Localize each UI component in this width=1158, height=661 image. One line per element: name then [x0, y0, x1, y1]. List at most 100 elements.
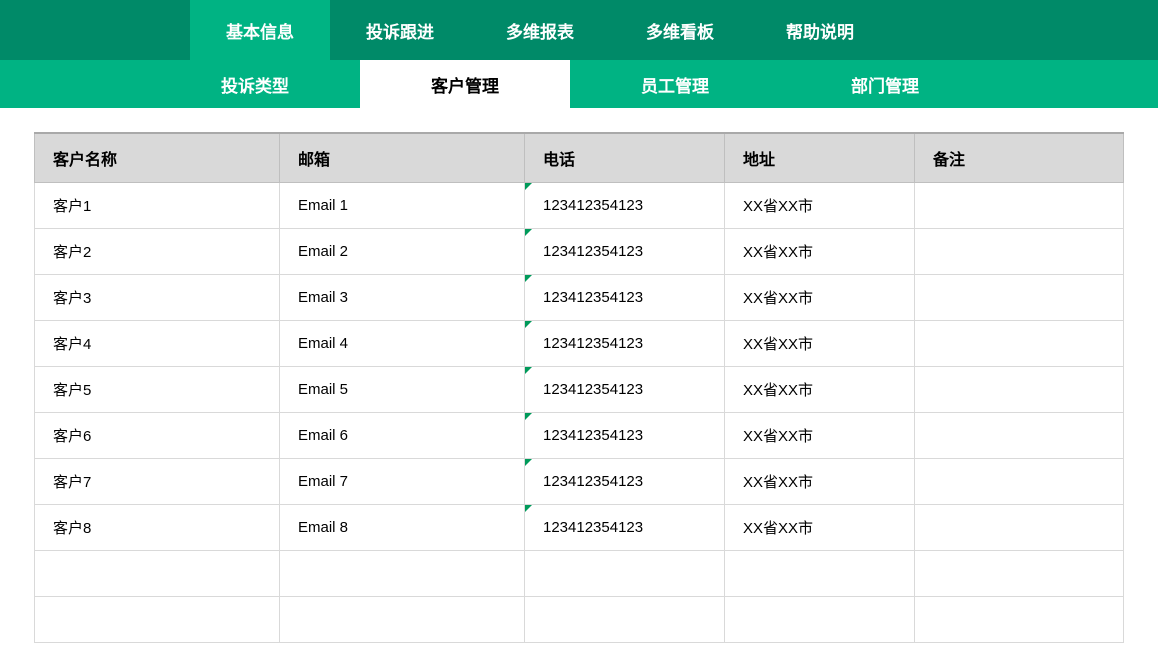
cell-note[interactable]	[915, 413, 1124, 459]
table-row[interactable]: 客户3 Email 3123412354123 XX省XX市	[35, 275, 1124, 321]
table-row[interactable]: 客户4 Email 4 123412354123 XX省XX市	[35, 321, 1124, 367]
cell-email[interactable]: Email 6	[280, 413, 525, 459]
cell-phone[interactable]: 123412354123	[525, 275, 725, 321]
cell-addr-text: XX省XX市	[743, 336, 813, 353]
topnav-label: 多维报表	[506, 18, 574, 43]
table-row[interactable]: 客户5 Email 5 123412354123 XX省XX市	[35, 367, 1124, 413]
cell-email-text: Email 7	[298, 473, 348, 490]
cell-empty[interactable]	[525, 551, 725, 597]
cell-phone[interactable]: 123412354123	[525, 183, 725, 229]
cell-phone[interactable]: 123412354123	[525, 321, 725, 367]
cell-name-text: 客户3	[53, 290, 91, 307]
cell-addr[interactable]: XX省XX市	[725, 367, 915, 413]
cell-email[interactable]: Email 7	[280, 459, 525, 505]
cell-name[interactable]: 客户6	[35, 413, 280, 459]
table-row[interactable]: 客户2 Email 2 123412354123 XX省XX市	[35, 229, 1124, 275]
cell-addr-text: XX省XX市	[743, 474, 813, 491]
cell-name-text: 客户8	[53, 520, 91, 537]
topnav-label: 帮助说明	[786, 18, 854, 43]
cell-phone-text: 123412354123	[543, 381, 643, 398]
topnav-item-multidim-report[interactable]: 多维报表	[470, 0, 610, 60]
cell-email-text: Email 4	[298, 335, 348, 352]
table-row[interactable]: 客户8 Email 8 123412354123 XX省XX市	[35, 505, 1124, 551]
cell-addr[interactable]: XX省XX市	[725, 183, 915, 229]
cell-phone-text: 123412354123	[543, 519, 643, 536]
table-body: 客户1Email 1123412354123XX省XX市客户2Email 212…	[35, 183, 1124, 643]
cell-email[interactable]: Email 8	[280, 505, 525, 551]
subnav-label: 客户管理	[431, 72, 499, 97]
cell-email[interactable]: Email 4	[280, 321, 525, 367]
cell-phone[interactable]: 123412354123	[525, 367, 725, 413]
table-row[interactable]: 客户1Email 1123412354123XX省XX市	[35, 183, 1124, 229]
subnav-label: 投诉类型	[221, 72, 289, 97]
cell-addr[interactable]: XX省XX市	[725, 505, 915, 551]
table-header-row: 客户名称 邮箱 电话 地址 备注	[35, 133, 1124, 183]
cell-empty[interactable]	[725, 597, 915, 643]
col-header-note[interactable]: 备注	[915, 133, 1124, 183]
cell-phone-text: 123412354123	[543, 473, 643, 490]
cell-addr-text: XX省XX市	[743, 520, 813, 537]
cell-name[interactable]: 客户8	[35, 505, 280, 551]
topnav-item-help[interactable]: 帮助说明	[750, 0, 890, 60]
cell-phone[interactable]: 123412354123	[525, 413, 725, 459]
cell-email[interactable]: Email 2	[280, 229, 525, 275]
cell-note[interactable]	[915, 275, 1124, 321]
table-row[interactable]: 客户7 Email 7 123412354123 XX省XX市	[35, 459, 1124, 505]
cell-name[interactable]: 客户3	[35, 275, 280, 321]
cell-addr[interactable]: XX省XX市	[725, 459, 915, 505]
cell-name-text: 客户2	[53, 244, 91, 261]
cell-addr[interactable]: XX省XX市	[725, 229, 915, 275]
topnav-item-basic-info[interactable]: 基本信息	[190, 0, 330, 60]
cell-email-text: Email 6	[298, 427, 348, 444]
cell-note[interactable]	[915, 229, 1124, 275]
cell-empty[interactable]	[280, 551, 525, 597]
cell-empty[interactable]	[35, 597, 280, 643]
subnav-item-customer-mgmt[interactable]: 客户管理	[360, 60, 570, 108]
cell-addr[interactable]: XX省XX市	[725, 275, 915, 321]
col-header-email[interactable]: 邮箱	[280, 133, 525, 183]
cell-empty[interactable]	[280, 597, 525, 643]
cell-phone-text: 123412354123	[543, 243, 643, 260]
cell-empty[interactable]	[915, 551, 1124, 597]
cell-name[interactable]: 客户5	[35, 367, 280, 413]
col-header-name[interactable]: 客户名称	[35, 133, 280, 183]
cell-addr-text: XX省XX市	[743, 382, 813, 399]
cell-email[interactable]: Email 3	[280, 275, 525, 321]
cell-phone[interactable]: 123412354123	[525, 229, 725, 275]
cell-addr[interactable]: XX省XX市	[725, 321, 915, 367]
cell-note[interactable]	[915, 321, 1124, 367]
cell-phone[interactable]: 123412354123	[525, 505, 725, 551]
cell-name-text: 客户5	[53, 382, 91, 399]
cell-name[interactable]: 客户1	[35, 183, 280, 229]
topnav-label: 多维看板	[646, 18, 714, 43]
cell-note[interactable]	[915, 505, 1124, 551]
subnav-label: 部门管理	[851, 72, 919, 97]
table-row[interactable]: 客户6 Email 6 123412354123XX省XX市	[35, 413, 1124, 459]
cell-addr-text: XX省XX市	[743, 290, 813, 307]
cell-name[interactable]: 客户2	[35, 229, 280, 275]
cell-empty[interactable]	[915, 597, 1124, 643]
table-row-empty[interactable]	[35, 597, 1124, 643]
cell-name[interactable]: 客户4	[35, 321, 280, 367]
table-row-empty[interactable]	[35, 551, 1124, 597]
cell-empty[interactable]	[35, 551, 280, 597]
cell-note[interactable]	[915, 459, 1124, 505]
topnav-item-complaint-followup[interactable]: 投诉跟进	[330, 0, 470, 60]
cell-empty[interactable]	[725, 551, 915, 597]
col-header-addr[interactable]: 地址	[725, 133, 915, 183]
cell-addr[interactable]: XX省XX市	[725, 413, 915, 459]
cell-empty[interactable]	[525, 597, 725, 643]
cell-email[interactable]: Email 5	[280, 367, 525, 413]
cell-name-text: 客户4	[53, 336, 91, 353]
cell-name[interactable]: 客户7	[35, 459, 280, 505]
cell-name-text: 客户6	[53, 428, 91, 445]
cell-email[interactable]: Email 1	[280, 183, 525, 229]
col-header-phone[interactable]: 电话	[525, 133, 725, 183]
subnav-item-complaint-type[interactable]: 投诉类型	[150, 60, 360, 108]
subnav-item-dept-mgmt[interactable]: 部门管理	[780, 60, 990, 108]
cell-phone[interactable]: 123412354123	[525, 459, 725, 505]
cell-note[interactable]	[915, 183, 1124, 229]
cell-note[interactable]	[915, 367, 1124, 413]
topnav-item-multidim-board[interactable]: 多维看板	[610, 0, 750, 60]
subnav-item-staff-mgmt[interactable]: 员工管理	[570, 60, 780, 108]
